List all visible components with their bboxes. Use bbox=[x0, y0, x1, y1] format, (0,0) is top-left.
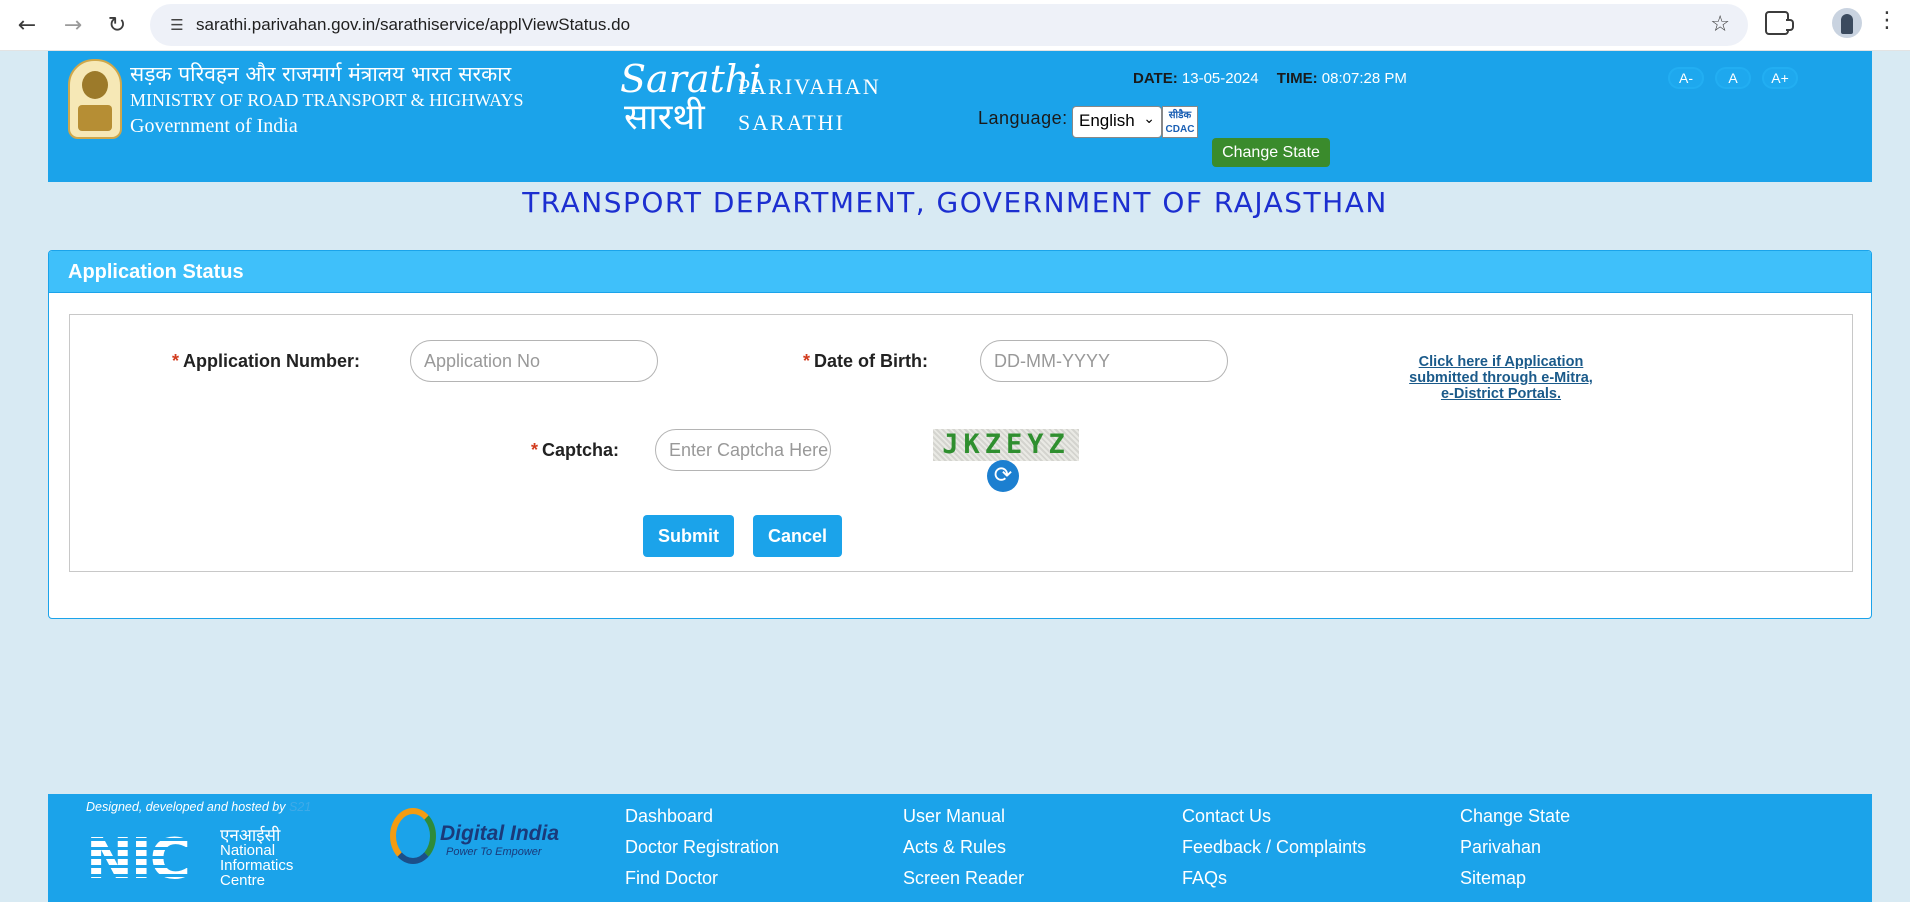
footer-link-acts-rules[interactable]: Acts & Rules bbox=[903, 837, 1006, 858]
nic-hindi: एनआईसी bbox=[220, 826, 281, 845]
date-value: 13-05-2024 bbox=[1181, 70, 1259, 87]
captcha-image: JKZEYZ bbox=[933, 429, 1079, 461]
chevron-down-icon: ⌄ bbox=[1143, 111, 1155, 127]
dob-input[interactable]: DD-MM-YYYY bbox=[980, 340, 1228, 382]
government-of-india: Government of India bbox=[130, 115, 298, 137]
parivahan-label: PARIVAHAN bbox=[738, 74, 881, 99]
footer-link-faqs[interactable]: FAQs bbox=[1182, 868, 1227, 889]
department-title: TRANSPORT DEPARTMENT, GOVERNMENT OF RAJA… bbox=[522, 186, 1388, 219]
application-number-label: * Application Number: bbox=[172, 351, 360, 372]
nic-name-1: National bbox=[220, 842, 276, 859]
ministry-english: MINISTRY OF ROAD TRANSPORT & HIGHWAYS bbox=[130, 90, 524, 110]
panel-title: Application Status bbox=[49, 251, 1871, 293]
site-info-icon[interactable]: ☰ bbox=[166, 14, 188, 36]
footer-link-contact-us[interactable]: Contact Us bbox=[1182, 806, 1271, 827]
address-bar[interactable]: ☰ sarathi.parivahan.gov.in/sarathiservic… bbox=[150, 4, 1748, 46]
date-label: DATE: bbox=[1133, 70, 1178, 87]
language-label: Language: bbox=[978, 108, 1068, 128]
nic-logo: NIC एनआईसी National Informatics Centre bbox=[86, 826, 306, 892]
browser-toolbar: ← → ↻ ☰ sarathi.parivahan.gov.in/sarathi… bbox=[0, 0, 1910, 51]
back-icon[interactable]: ← bbox=[10, 8, 44, 42]
parivahan-sarathi-text: PARIVAHAN SARATHI bbox=[738, 69, 881, 141]
dob-label-text: Date of Birth: bbox=[814, 351, 929, 371]
time-label: TIME: bbox=[1276, 70, 1318, 87]
captcha-label-text: Captcha: bbox=[542, 440, 620, 460]
sarathi-logo: Sarathi सारथी bbox=[620, 57, 761, 138]
digital-india-icon bbox=[390, 808, 436, 864]
application-number-label-text: Application Number: bbox=[183, 351, 361, 371]
profile-avatar[interactable] bbox=[1832, 8, 1862, 38]
bookmark-star-icon[interactable]: ☆ bbox=[1710, 12, 1730, 37]
cdac-logo: सीडैक CDAC bbox=[1162, 106, 1198, 138]
emitra-link[interactable]: Click here if Application submitted thro… bbox=[1408, 354, 1594, 402]
digital-india-logo: Digital India Power To Empower bbox=[390, 802, 570, 864]
designed-by-link[interactable]: S21 bbox=[289, 800, 311, 814]
forward-icon[interactable]: → bbox=[56, 8, 90, 42]
nic-name-2: Informatics bbox=[220, 857, 294, 874]
application-status-panel: Application Status * Application Number: … bbox=[48, 250, 1872, 619]
footer-link-change-state[interactable]: Change State bbox=[1460, 806, 1570, 827]
font-increase-button[interactable]: A+ bbox=[1762, 67, 1798, 89]
ministry-hindi: सड़क परिवहन और राजमार्ग मंत्रालय भारत सर… bbox=[130, 62, 512, 86]
required-marker: * bbox=[531, 440, 539, 460]
time-value: 08:07:28 PM bbox=[1321, 70, 1407, 87]
reload-icon[interactable]: ↻ bbox=[100, 8, 134, 42]
sarathi-logo-hindi: सारथी bbox=[624, 97, 705, 138]
nic-logo-mark: NIC bbox=[86, 827, 191, 892]
required-marker: * bbox=[172, 351, 180, 371]
digital-india-text: Digital India bbox=[440, 822, 560, 845]
cancel-button[interactable]: Cancel bbox=[753, 515, 842, 557]
url-text[interactable]: sarathi.parivahan.gov.in/sarathiservice/… bbox=[196, 15, 630, 35]
extensions-icon[interactable] bbox=[1765, 11, 1794, 35]
submit-button[interactable]: Submit bbox=[643, 515, 734, 557]
language-select[interactable]: English ⌄ bbox=[1072, 106, 1162, 138]
captcha-label: * Captcha: bbox=[531, 440, 619, 461]
sarathi-label: SARATHI bbox=[738, 110, 845, 135]
footer-link-doctor-registration[interactable]: Doctor Registration bbox=[625, 837, 779, 858]
refresh-captcha-icon[interactable]: ⟳ bbox=[987, 460, 1019, 492]
language-selected: English bbox=[1079, 111, 1135, 130]
site-footer: Designed, developed and hosted by S21 NI… bbox=[48, 794, 1872, 902]
footer-link-parivahan[interactable]: Parivahan bbox=[1460, 837, 1541, 858]
dob-label: * Date of Birth: bbox=[803, 351, 928, 372]
designed-by: Designed, developed and hosted by S21 bbox=[86, 800, 311, 814]
captcha-input[interactable]: Enter Captcha Here bbox=[655, 429, 831, 471]
nic-logo-text: एनआईसी National Informatics Centre bbox=[220, 826, 294, 889]
ministry-block: सड़क परिवहन और राजमार्ग मंत्रालय भारत सर… bbox=[130, 61, 524, 139]
designed-by-text: Designed, developed and hosted by bbox=[86, 800, 286, 814]
footer-link-find-doctor[interactable]: Find Doctor bbox=[625, 868, 718, 889]
date-time: DATE: 13-05-2024 TIME: 08:07:28 PM bbox=[1133, 70, 1421, 87]
digital-india-tagline: Power To Empower bbox=[446, 846, 542, 858]
site-header: सड़क परिवहन और राजमार्ग मंत्रालय भारत सर… bbox=[48, 51, 1872, 182]
footer-link-feedback[interactable]: Feedback / Complaints bbox=[1182, 837, 1366, 858]
required-marker: * bbox=[803, 351, 811, 371]
footer-link-user-manual[interactable]: User Manual bbox=[903, 806, 1005, 827]
font-normal-button[interactable]: A bbox=[1715, 67, 1751, 89]
font-decrease-button[interactable]: A- bbox=[1668, 67, 1704, 89]
footer-link-dashboard[interactable]: Dashboard bbox=[625, 806, 713, 827]
application-number-input[interactable]: Application No bbox=[410, 340, 658, 382]
nic-name-3: Centre bbox=[220, 872, 266, 889]
national-emblem-icon bbox=[68, 59, 122, 139]
status-form: * Application Number: Application No * Dat… bbox=[69, 314, 1853, 572]
footer-link-screen-reader[interactable]: Screen Reader bbox=[903, 868, 1024, 889]
menu-icon[interactable]: ⋮ bbox=[1876, 8, 1898, 33]
change-state-button[interactable]: Change State bbox=[1212, 138, 1330, 167]
footer-link-sitemap[interactable]: Sitemap bbox=[1460, 868, 1526, 889]
